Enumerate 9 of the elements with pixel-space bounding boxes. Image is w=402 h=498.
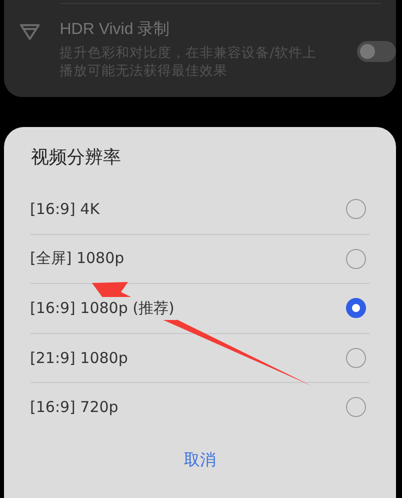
radio-button[interactable] [346,298,366,318]
setting-title: HDR Vivid 录制 [60,20,171,40]
radio-button[interactable] [346,348,366,368]
toggle-switch[interactable] [356,41,396,62]
radio-button[interactable] [346,198,366,219]
radio-button[interactable] [346,397,366,418]
triangle-icon [19,23,41,41]
dialog-title: 视频分辨率 [31,146,122,170]
radio-button[interactable] [346,248,366,269]
